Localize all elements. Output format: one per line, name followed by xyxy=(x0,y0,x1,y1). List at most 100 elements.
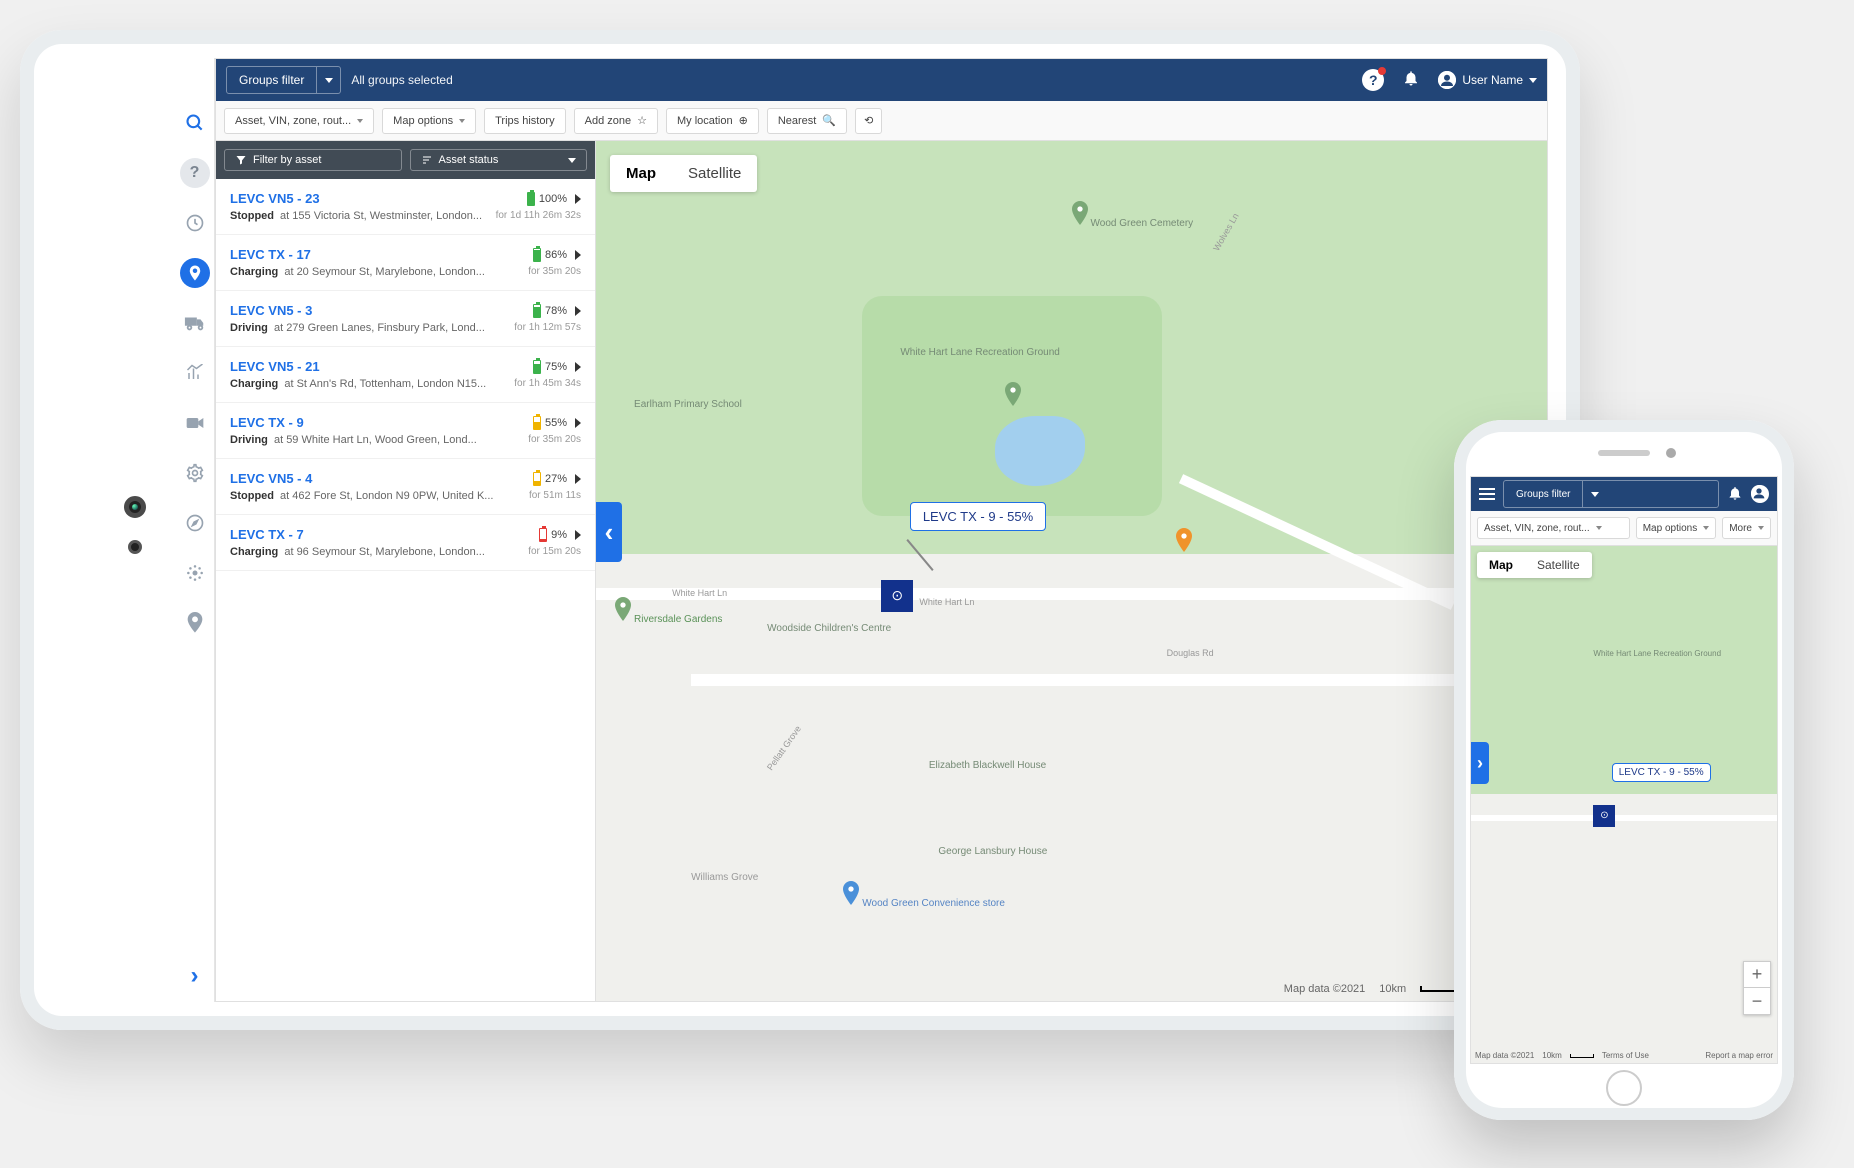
map-pin-icon[interactable] xyxy=(1005,382,1021,406)
map-road xyxy=(1471,815,1777,821)
map-options-dropdown[interactable]: Map options xyxy=(382,108,476,134)
caret-down-icon xyxy=(1703,526,1709,530)
caret-down-icon xyxy=(357,119,363,123)
camera-icon[interactable] xyxy=(180,408,210,438)
caret-down-icon xyxy=(1596,526,1602,530)
help-icon[interactable]: ? xyxy=(180,158,210,188)
battery-level: 27% xyxy=(533,472,567,486)
map-label-blackwell: Elizabeth Blackwell House xyxy=(929,760,1046,771)
caret-down-icon xyxy=(1529,78,1537,83)
asset-name: LEVC TX - 9 xyxy=(230,415,304,430)
phone-asset-search-label: Asset, VIN, zone, rout... xyxy=(1484,523,1590,534)
map-road xyxy=(691,674,1547,686)
asset-duration: for 51m 11s xyxy=(529,490,581,502)
asset-status-line: Charging at St Ann's Rd, Tottenham, Lond… xyxy=(230,378,506,390)
nearest-button[interactable]: Nearest🔍 xyxy=(767,108,847,134)
map-location-icon[interactable] xyxy=(180,258,210,288)
add-zone-button[interactable]: Add zone☆ xyxy=(574,108,658,134)
map-label-gardens: Riversdale Gardens xyxy=(634,614,722,625)
filter-by-asset-label: Filter by asset xyxy=(253,154,321,166)
phone-bell-icon[interactable] xyxy=(1727,485,1743,504)
gear-icon[interactable] xyxy=(180,458,210,488)
chevron-right-icon xyxy=(575,474,581,484)
zoom-out-button[interactable]: − xyxy=(1744,988,1770,1014)
map-label-grove: Williams Grove xyxy=(691,872,758,883)
user-menu[interactable]: User Name xyxy=(1438,71,1537,89)
search-icon[interactable] xyxy=(180,108,210,138)
phone-map-viewport[interactable]: White Hart Lane Recreation Ground Map Sa… xyxy=(1471,546,1777,1063)
trips-history-button[interactable]: Trips history xyxy=(484,108,566,134)
map-pin-icon[interactable] xyxy=(1176,528,1192,552)
phone-user-icon[interactable] xyxy=(1751,485,1769,503)
asset-name: LEVC TX - 17 xyxy=(230,247,311,262)
asset-list-item[interactable]: LEVC VN5 - 427%Stopped at 462 Fore St, L… xyxy=(216,459,595,515)
phone-satellite-view-button[interactable]: Satellite xyxy=(1525,552,1592,578)
caret-down-icon xyxy=(316,67,340,93)
phone-expand-sidebar-tab[interactable]: › xyxy=(1471,742,1489,784)
truck-icon[interactable] xyxy=(180,308,210,338)
bar-chart-icon[interactable] xyxy=(180,358,210,388)
chevron-right-icon xyxy=(575,306,581,316)
map-pin-icon[interactable] xyxy=(843,881,859,905)
phone-map-view-button[interactable]: Map xyxy=(1477,552,1525,578)
vehicle-marker-tooltip[interactable]: LEVC TX - 9 - 55% xyxy=(910,502,1046,531)
asset-search-dropdown[interactable]: Asset, VIN, zone, rout... xyxy=(224,108,374,134)
map-data-label: Map data ©2021 xyxy=(1284,983,1366,995)
phone-map-scale-label: 10km xyxy=(1542,1051,1562,1060)
refresh-button[interactable]: ⟲ xyxy=(855,108,882,134)
vehicle-marker[interactable]: ⊙ xyxy=(881,580,913,612)
filter-by-asset-button[interactable]: Filter by asset xyxy=(224,149,402,171)
crosshair-icon: ⊕ xyxy=(739,114,748,127)
my-location-label: My location xyxy=(677,115,733,127)
battery-icon xyxy=(533,248,541,262)
map-view-button[interactable]: Map xyxy=(610,155,672,192)
map-label-lansbury: George Lansbury House xyxy=(938,846,1047,857)
map-scale-label: 10km xyxy=(1379,983,1406,995)
asset-list-item[interactable]: LEVC TX - 1786%Charging at 20 Seymour St… xyxy=(216,235,595,291)
asset-list-item[interactable]: LEVC TX - 79%Charging at 96 Seymour St, … xyxy=(216,515,595,571)
asset-list[interactable]: LEVC VN5 - 23100%Stopped at 155 Victoria… xyxy=(216,179,595,1001)
asset-list-item[interactable]: LEVC TX - 955%Driving at 59 White Hart L… xyxy=(216,403,595,459)
hamburger-menu-icon[interactable] xyxy=(1479,488,1495,500)
satellite-view-button[interactable]: Satellite xyxy=(672,155,757,192)
map-pin-icon[interactable] xyxy=(1072,201,1088,225)
asset-status-line: Charging at 20 Seymour St, Marylebone, L… xyxy=(230,266,520,278)
bell-icon[interactable] xyxy=(1402,69,1420,92)
asset-sidebar: Filter by asset Asset status LEVC VN5 - … xyxy=(216,141,596,1001)
location-pin-icon[interactable] xyxy=(180,608,210,638)
asset-list-item[interactable]: LEVC VN5 - 378%Driving at 279 Green Lane… xyxy=(216,291,595,347)
tablet-device-frame: ? › Groups filter All groups selected ? … xyxy=(20,30,1580,1030)
groups-filter-dropdown[interactable]: Groups filter xyxy=(226,66,341,94)
zoom-in-button[interactable]: + xyxy=(1744,962,1770,988)
settings-icon[interactable] xyxy=(180,558,210,588)
phone-header: Groups filter xyxy=(1471,477,1777,511)
phone-groups-filter-label: Groups filter xyxy=(1504,489,1582,500)
help-button[interactable]: ? xyxy=(1362,69,1384,91)
user-name-label: User Name xyxy=(1462,73,1523,87)
phone-vehicle-marker-tooltip[interactable]: LEVC TX - 9 - 55% xyxy=(1612,763,1711,782)
phone-toolbar: Asset, VIN, zone, rout... Map options Mo… xyxy=(1471,511,1777,546)
phone-more-label: More xyxy=(1729,523,1752,534)
phone-asset-search-dropdown[interactable]: Asset, VIN, zone, rout... xyxy=(1477,517,1630,539)
asset-name: LEVC VN5 - 21 xyxy=(230,359,320,374)
battery-icon xyxy=(533,360,541,374)
collapse-sidebar-tab[interactable]: ‹ xyxy=(596,502,622,562)
my-location-button[interactable]: My location ⊕ xyxy=(666,108,759,134)
phone-app-window: Groups filter Asset, VIN, zone, rout... … xyxy=(1470,476,1778,1064)
notification-dot xyxy=(1378,67,1386,75)
asset-list-item[interactable]: LEVC VN5 - 2175%Charging at St Ann's Rd,… xyxy=(216,347,595,403)
phone-report-error-link[interactable]: Report a map error xyxy=(1705,1051,1773,1060)
tablet-home-button xyxy=(128,540,142,554)
phone-terms-link[interactable]: Terms of Use xyxy=(1602,1051,1649,1060)
asset-list-item[interactable]: LEVC VN5 - 23100%Stopped at 155 Victoria… xyxy=(216,179,595,235)
phone-vehicle-marker[interactable]: ⊙ xyxy=(1593,805,1615,827)
map-viewport[interactable]: White Hart Lane Recreation Ground Wood G… xyxy=(596,141,1547,1001)
phone-more-dropdown[interactable]: More xyxy=(1722,517,1771,539)
asset-status-dropdown[interactable]: Asset status xyxy=(410,149,588,171)
expand-rail-icon[interactable]: › xyxy=(191,962,199,990)
map-pin-icon[interactable] xyxy=(615,597,631,621)
clock-icon[interactable] xyxy=(180,208,210,238)
phone-map-options-dropdown[interactable]: Map options xyxy=(1636,517,1716,539)
compass-icon[interactable] xyxy=(180,508,210,538)
phone-groups-filter-dropdown[interactable]: Groups filter xyxy=(1503,480,1719,508)
